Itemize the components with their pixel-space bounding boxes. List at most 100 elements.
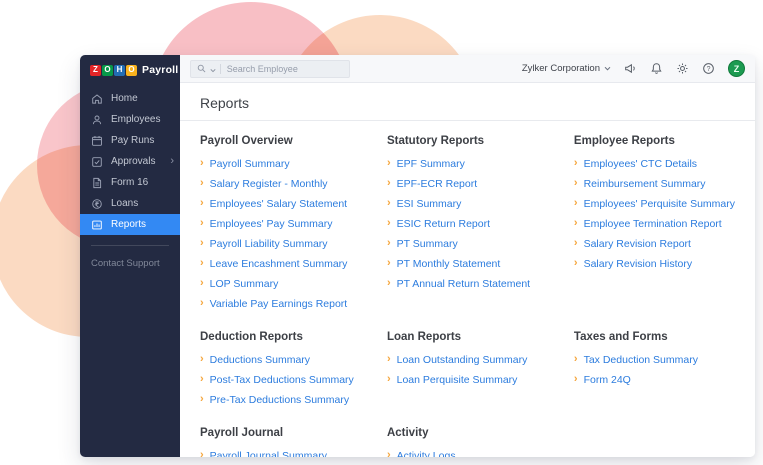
search-scope-chevron-icon[interactable] — [210, 60, 216, 78]
chevron-right-icon: › — [170, 156, 174, 167]
app-window: ZOHO Payroll HomeEmployeesPay RunsApprov… — [80, 55, 755, 457]
chevron-right-icon: › — [200, 258, 204, 269]
report-link-employee-termination-report[interactable]: ›Employee Termination Report — [574, 218, 735, 229]
section-title: Statutory Reports — [387, 135, 546, 147]
report-section-statutory-reports: Statutory Reports ›EPF Summary ›EPF-ECR Re… — [387, 135, 546, 318]
pay-runs-icon — [91, 135, 103, 147]
reports-page: Reports Payroll Overview ›Payroll Summary… — [180, 83, 755, 457]
report-link-leave-encashment-summary[interactable]: ›Leave Encashment Summary — [200, 258, 359, 269]
chevron-right-icon: › — [574, 374, 578, 385]
report-link-employees-pay-summary[interactable]: ›Employees' Pay Summary — [200, 218, 359, 229]
chevron-right-icon: › — [200, 158, 204, 169]
report-link-employees-ctc-details[interactable]: ›Employees' CTC Details — [574, 158, 735, 169]
chevron-right-icon: › — [200, 178, 204, 189]
section-title: Deduction Reports — [200, 331, 359, 343]
report-link-form-24q[interactable]: ›Form 24Q — [574, 374, 735, 385]
report-link-salary-register-monthly[interactable]: ›Salary Register - Monthly — [200, 178, 359, 189]
report-link-esic-return-report[interactable]: ›ESIC Return Report — [387, 218, 546, 229]
chevron-right-icon: › — [200, 450, 204, 457]
sidebar-item-pay-runs[interactable]: Pay Runs — [80, 130, 180, 151]
page-title: Reports — [200, 95, 735, 111]
report-link-epf-ecr-report[interactable]: ›EPF-ECR Report — [387, 178, 546, 189]
report-section-payroll-overview: Payroll Overview ›Payroll Summary ›Salary … — [200, 135, 359, 318]
settings-icon[interactable] — [676, 62, 689, 75]
report-section-payroll-journal: Payroll Journal ›Payroll Journal Summary — [200, 427, 359, 457]
approvals-icon — [91, 156, 103, 168]
report-link-payroll-liability-summary[interactable]: ›Payroll Liability Summary — [200, 238, 359, 249]
report-section-employee-reports: Employee Reports›Employees' CTC Details›… — [574, 135, 735, 318]
report-link-pre-tax-deductions-summary[interactable]: ›Pre-Tax Deductions Summary — [200, 394, 359, 405]
report-link-esi-summary[interactable]: ›ESI Summary — [387, 198, 546, 209]
section-title: Payroll Overview — [200, 135, 359, 147]
notifications-icon[interactable] — [650, 62, 663, 75]
report-link-pt-monthly-statement[interactable]: ›PT Monthly Statement — [387, 258, 546, 269]
chevron-right-icon: › — [200, 394, 204, 405]
zoho-payroll-logo: ZOHO Payroll — [80, 55, 180, 84]
chevron-right-icon: › — [200, 354, 204, 365]
zoho-logo-letter: O — [102, 65, 113, 76]
topbar: Zylker Corporation ? Z — [180, 55, 755, 83]
report-link-activity-logs[interactable]: ›Activity Logs — [387, 450, 546, 457]
chevron-right-icon: › — [200, 374, 204, 385]
org-switcher[interactable]: Zylker Corporation — [522, 63, 611, 74]
report-link-variable-pay-earnings-report[interactable]: ›Variable Pay Earnings Report — [200, 298, 359, 309]
chevron-right-icon: › — [387, 278, 391, 289]
sidebar-item-reports[interactable]: Reports — [80, 214, 180, 235]
search-input[interactable] — [225, 63, 343, 75]
report-link-lop-summary[interactable]: ›LOP Summary — [200, 278, 359, 289]
report-link-reimbursement-summary[interactable]: ›Reimbursement Summary — [574, 178, 735, 189]
sidebar-item-home[interactable]: Home — [80, 88, 180, 109]
sidebar-item-loans[interactable]: Loans — [80, 193, 180, 214]
chevron-right-icon: › — [387, 258, 391, 269]
announcements-icon[interactable] — [624, 62, 637, 75]
chevron-right-icon: › — [200, 198, 204, 209]
zoho-logo-letter: Z — [90, 65, 101, 76]
search-box[interactable] — [190, 60, 350, 78]
chevron-right-icon: › — [200, 238, 204, 249]
report-link-payroll-journal-summary[interactable]: ›Payroll Journal Summary — [200, 450, 359, 457]
chevron-right-icon: › — [200, 218, 204, 229]
employees-icon — [91, 114, 103, 126]
chevron-down-icon — [604, 66, 611, 71]
zoho-logo-letter: O — [126, 65, 137, 76]
title-divider — [180, 120, 755, 121]
report-link-loan-outstanding-summary[interactable]: ›Loan Outstanding Summary — [387, 354, 546, 365]
chevron-right-icon: › — [387, 450, 391, 457]
chevron-right-icon: › — [387, 178, 391, 189]
chevron-right-icon: › — [387, 158, 391, 169]
sidebar-item-employees[interactable]: Employees — [80, 109, 180, 130]
report-link-payroll-summary[interactable]: ›Payroll Summary — [200, 158, 359, 169]
report-link-salary-revision-history[interactable]: ›Salary Revision History — [574, 258, 735, 269]
sidebar-item-approvals[interactable]: Approvals› — [80, 151, 180, 172]
chevron-right-icon: › — [574, 258, 578, 269]
reports-icon — [91, 219, 103, 231]
report-link-salary-revision-report[interactable]: ›Salary Revision Report — [574, 238, 735, 249]
user-avatar[interactable]: Z — [728, 60, 745, 77]
help-icon[interactable]: ? — [702, 62, 715, 75]
report-link-loan-perquisite-summary[interactable]: ›Loan Perquisite Summary — [387, 374, 546, 385]
report-link-deductions-summary[interactable]: ›Deductions Summary — [200, 354, 359, 365]
chevron-right-icon: › — [574, 178, 578, 189]
section-title: Payroll Journal — [200, 427, 359, 439]
report-link-pt-annual-return-statement[interactable]: ›PT Annual Return Statement — [387, 278, 546, 289]
search-icon — [197, 60, 206, 78]
report-link-employees-perquisite-summary[interactable]: ›Employees' Perquisite Summary — [574, 198, 735, 209]
chevron-right-icon: › — [574, 158, 578, 169]
report-link-employees-salary-statement[interactable]: ›Employees' Salary Statement — [200, 198, 359, 209]
sidebar: ZOHO Payroll HomeEmployeesPay RunsApprov… — [80, 55, 180, 457]
report-link-post-tax-deductions-summary[interactable]: ›Post-Tax Deductions Summary — [200, 374, 359, 385]
report-link-epf-summary[interactable]: ›EPF Summary — [387, 158, 546, 169]
section-title: Taxes and Forms — [574, 331, 735, 343]
form-16-icon — [91, 177, 103, 189]
chevron-right-icon: › — [387, 198, 391, 209]
report-link-tax-deduction-summary[interactable]: ›Tax Deduction Summary — [574, 354, 735, 365]
report-section-activity: Activity›Activity Logs — [387, 427, 546, 457]
chevron-right-icon: › — [574, 218, 578, 229]
org-name: Zylker Corporation — [522, 63, 600, 74]
chevron-right-icon: › — [387, 218, 391, 229]
sidebar-item-form-16[interactable]: Form 16 — [80, 172, 180, 193]
loans-icon — [91, 198, 103, 210]
chevron-right-icon: › — [200, 298, 204, 309]
contact-support-link[interactable]: Contact Support — [80, 246, 180, 281]
report-link-pt-summary[interactable]: ›PT Summary — [387, 238, 546, 249]
